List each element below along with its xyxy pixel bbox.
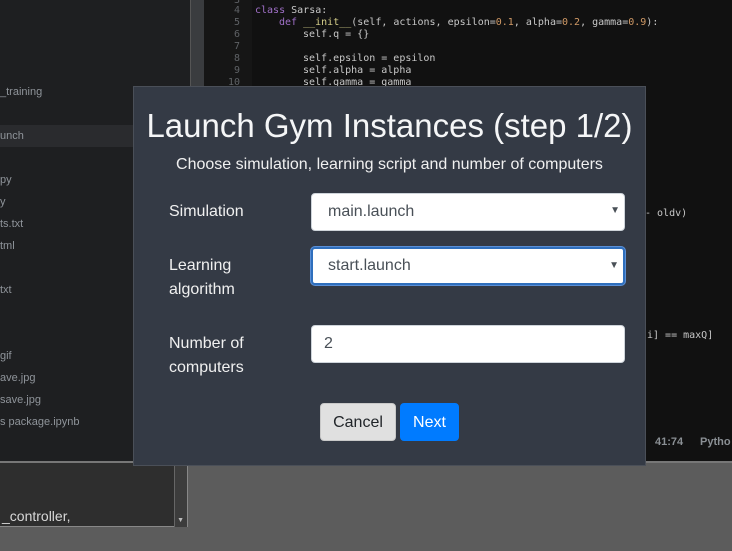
label-line: Learning	[169, 257, 232, 274]
code-fragment: - oldv)	[645, 208, 688, 219]
code-text: Sarsa:	[285, 5, 328, 16]
line-number: 9	[233, 65, 240, 76]
terminal-output: _controller,	[2, 508, 71, 524]
label-line: algorithm	[169, 281, 235, 298]
line-number: 6	[233, 29, 240, 40]
code-line: self.q = {}	[303, 29, 370, 40]
launch-gym-dialog: Launch Gym Instances (step 1/2) Choose s…	[133, 86, 646, 466]
code-function: __init__	[303, 17, 352, 28]
chevron-down-icon: ▼	[610, 205, 620, 216]
line-number: 5	[233, 17, 240, 28]
cursor-position: 41:74	[655, 436, 684, 448]
file-tree-item[interactable]: ave.jpg	[0, 372, 35, 384]
number-of-computers-input[interactable]: 2	[311, 325, 625, 363]
desktop: _training unch py y ts.txt tml txt gif a…	[0, 0, 732, 551]
code-text: , alpha=	[513, 17, 562, 28]
code-number: 0.2	[562, 17, 581, 28]
cancel-button[interactable]: Cancel	[320, 403, 396, 441]
code-text: ):	[646, 17, 659, 28]
learning-algorithm-select-value: start.launch	[328, 257, 411, 274]
scroll-down-icon[interactable]: ▼	[177, 517, 184, 524]
code-line: class Sarsa:	[255, 5, 327, 16]
number-of-computers-label: Number of computers	[169, 332, 244, 380]
label-line: computers	[169, 359, 244, 376]
code-keyword: class	[255, 5, 286, 16]
code-line: self.alpha = alpha	[303, 65, 412, 76]
code-text: (self, actions, epsilon=	[351, 17, 496, 28]
dialog-title: Launch Gym Instances (step 1/2)	[146, 107, 633, 144]
learning-algorithm-select[interactable]: start.launch ▼	[311, 247, 625, 285]
file-tree-item[interactable]: ts.txt	[0, 218, 23, 230]
code-line: def __init__(self, actions, epsilon=0.1,…	[279, 17, 658, 28]
language-mode[interactable]: Pytho	[700, 436, 731, 448]
file-tree-item[interactable]: gif	[0, 350, 12, 362]
next-button[interactable]: Next	[400, 403, 459, 441]
label-line: Number of	[169, 335, 244, 352]
file-tree-item[interactable]: y	[0, 196, 6, 208]
line-number: 7	[233, 41, 240, 52]
chevron-down-icon: ▼	[609, 260, 619, 271]
line-number: 8	[233, 53, 240, 64]
simulation-label: Simulation	[169, 203, 244, 220]
file-tree-item[interactable]: _training	[0, 86, 42, 98]
learning-algorithm-label: Learning algorithm	[169, 254, 235, 302]
dialog-subtitle: Choose simulation, learning script and n…	[176, 156, 603, 173]
file-tree-item[interactable]: py	[0, 174, 12, 186]
line-number: 4	[233, 5, 240, 16]
code-number: 0.9	[628, 17, 647, 28]
code-line: self.epsilon = epsilon	[303, 53, 436, 64]
code-number: 0.1	[495, 17, 514, 28]
code-text: , gamma=	[580, 17, 629, 28]
file-tree-item[interactable]: s package.ipynb	[0, 416, 80, 428]
terminal-window[interactable]: _controller, ▼	[0, 463, 188, 527]
simulation-select-value: main.launch	[328, 203, 415, 220]
code-keyword: def	[279, 17, 298, 28]
file-tree-item[interactable]: txt	[0, 284, 12, 296]
file-tree-item[interactable]: save.jpg	[0, 394, 41, 406]
code-fragment: i] == maxQ]	[647, 330, 714, 341]
simulation-select[interactable]: main.launch ▼	[311, 193, 625, 231]
file-tree-item[interactable]: tml	[0, 240, 15, 252]
number-of-computers-value: 2	[324, 335, 333, 352]
terminal-scrollbar[interactable]: ▼	[174, 463, 187, 527]
